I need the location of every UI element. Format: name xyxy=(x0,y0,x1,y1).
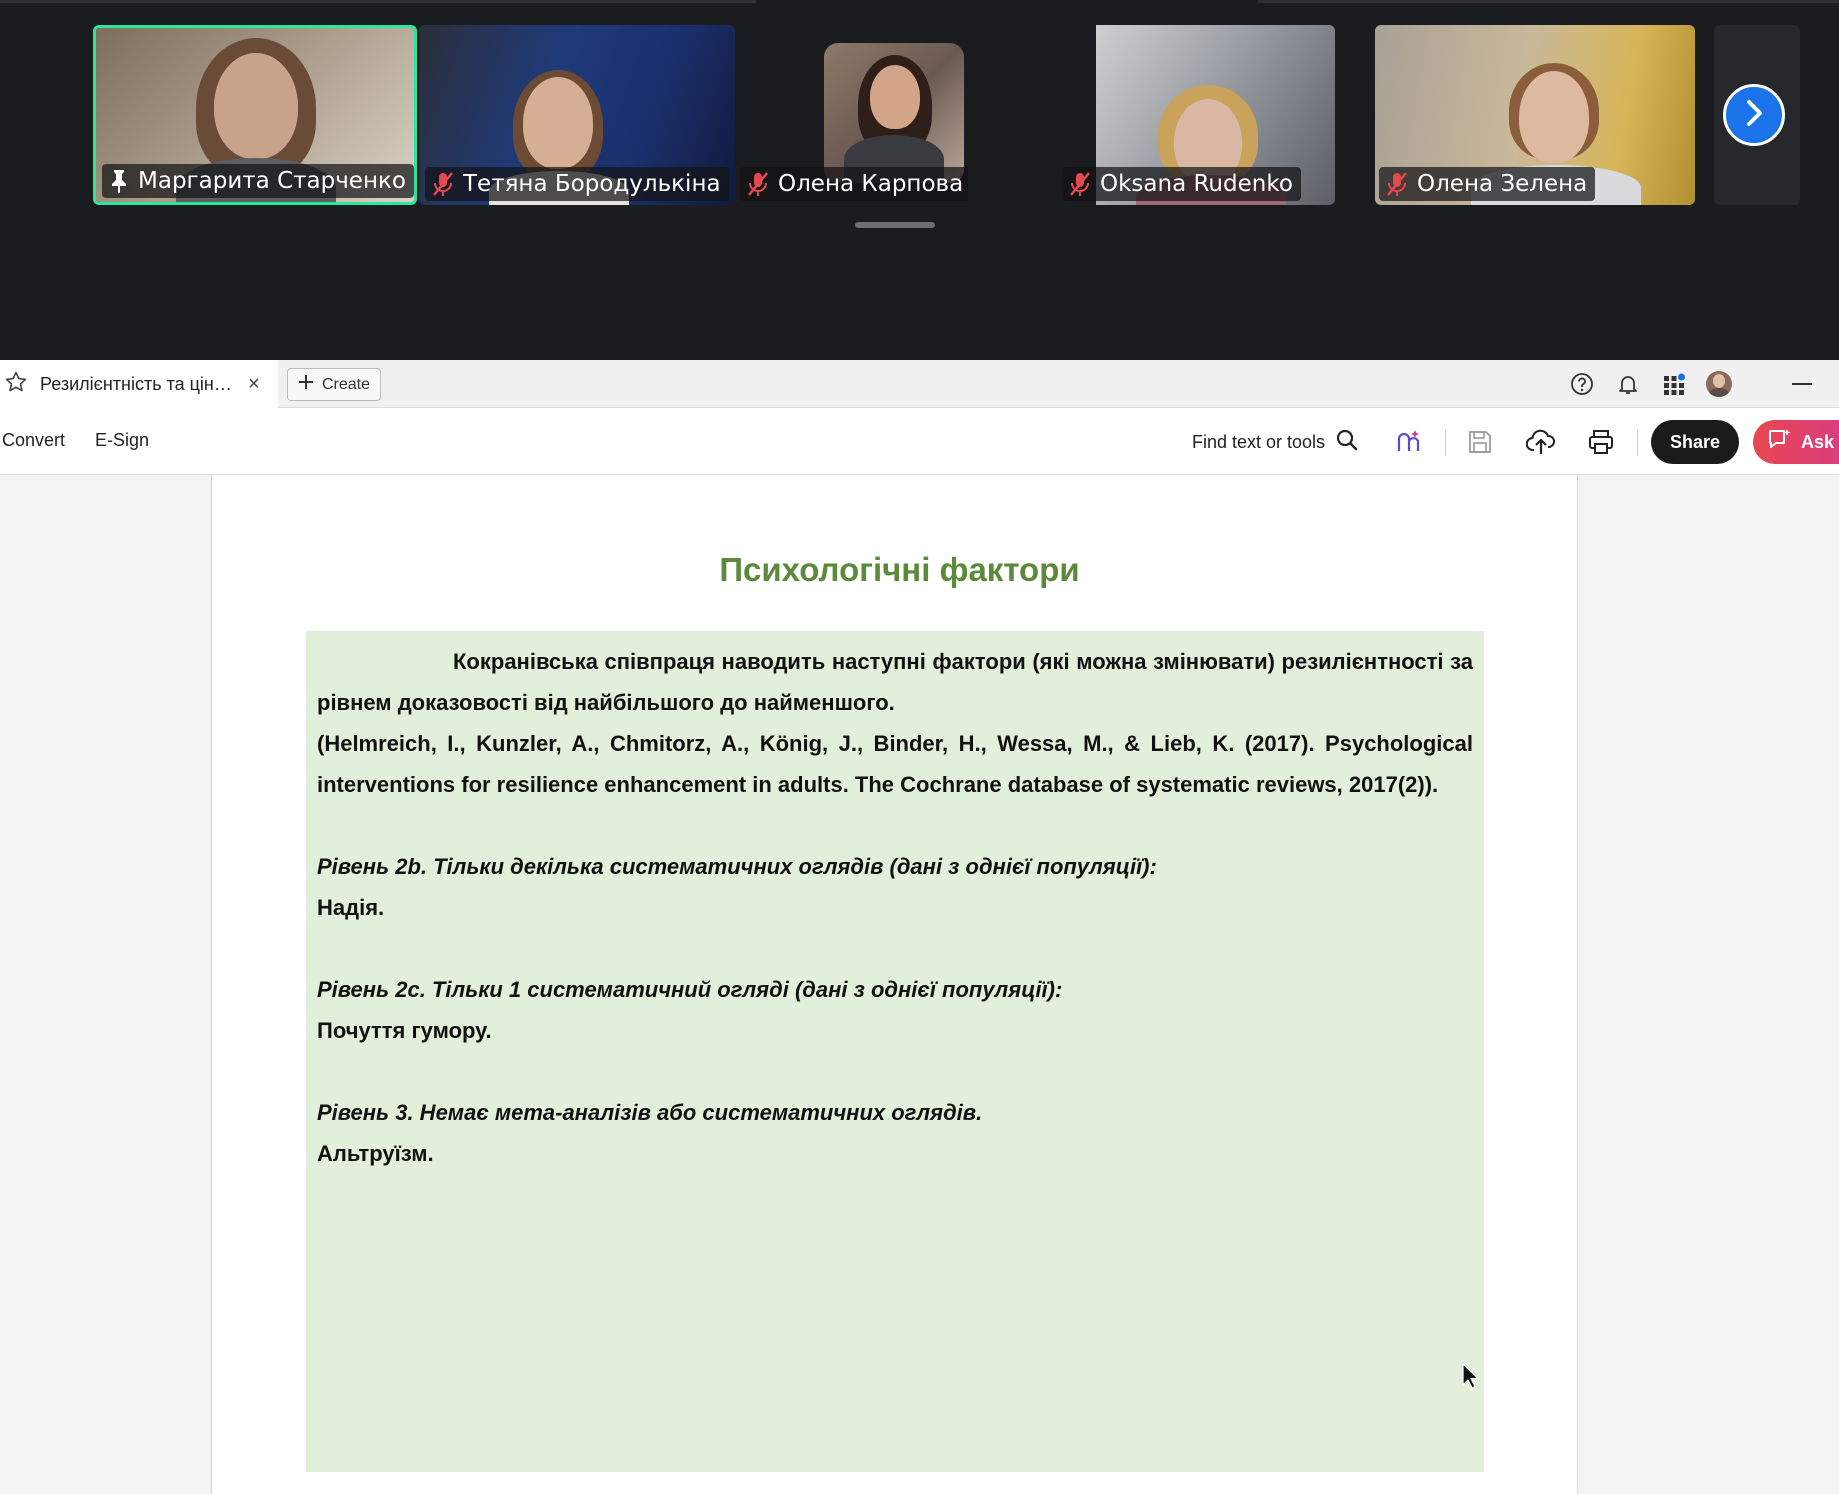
level-factor: Надія. xyxy=(317,895,385,920)
star-icon[interactable] xyxy=(4,370,28,399)
level-heading: Рівень 3. Немає мета-аналізів або систем… xyxy=(317,1100,983,1125)
participant-video xyxy=(824,43,964,183)
participant-name: Тетяна Бородулькіна xyxy=(463,171,721,197)
participant-name: Олена Карпова xyxy=(778,171,964,197)
find-label: Find text or tools xyxy=(1192,431,1326,452)
chevron-right-icon xyxy=(1741,98,1767,133)
level-factor: Альтруїзм. xyxy=(317,1141,434,1166)
pdf-page: Психологічні фактори Кокранівська співпр… xyxy=(211,475,1578,1494)
participant-figure xyxy=(870,65,920,129)
document-viewport[interactable]: Психологічні фактори Кокранівська співпр… xyxy=(0,475,1839,1494)
tab-bar: Резилієнтність та цінні... × Create xyxy=(0,360,1839,408)
search-icon xyxy=(1335,428,1359,457)
share-button[interactable]: Share xyxy=(1651,420,1739,464)
bell-icon[interactable] xyxy=(1614,370,1642,398)
participant-figure xyxy=(523,77,593,169)
cloud-upload-icon[interactable] xyxy=(1526,427,1556,457)
participant-name: Маргарита Старченко xyxy=(138,168,406,194)
participant-figure xyxy=(214,53,298,159)
plus-icon xyxy=(298,374,314,395)
level-heading: Рівень 2c. Тільки 1 систематичний огляді… xyxy=(317,977,1063,1002)
user-avatar[interactable] xyxy=(1706,371,1732,397)
save-icon[interactable] xyxy=(1465,427,1495,457)
toolbar-divider xyxy=(1637,430,1638,456)
top-divider xyxy=(1258,0,1839,3)
next-participants-button[interactable] xyxy=(1723,84,1785,146)
create-label: Create xyxy=(321,375,371,393)
tabbar-actions xyxy=(1568,360,1839,408)
pin-icon xyxy=(108,168,130,194)
document-tab-title: Резилієнтність та цінні... xyxy=(40,373,232,394)
muted-mic-icon xyxy=(746,171,770,197)
citation-paragraph: (Helmreich, I., Kunzler, A., Chmitorz, A… xyxy=(317,731,1473,797)
top-divider xyxy=(0,0,756,3)
apps-grid-icon[interactable] xyxy=(1660,370,1688,398)
level-heading: Рівень 2b. Тільки декілька систематичних… xyxy=(317,854,1157,879)
toolbar: Convert E-Sign Find text or tools Share xyxy=(0,408,1839,475)
menu-convert[interactable]: Convert xyxy=(2,430,65,451)
muted-mic-icon xyxy=(1068,171,1092,197)
gallery-scroll-indicator[interactable] xyxy=(855,222,935,228)
participant-tile[interactable]: Тетяна Бородулькіна xyxy=(419,25,735,205)
close-tab-icon[interactable]: × xyxy=(248,373,260,396)
intro-paragraph: Кокранівська співпраця наводить наступні… xyxy=(317,649,1473,715)
page-title: Психологічні фактори xyxy=(719,551,1080,588)
menu-esign[interactable]: E-Sign xyxy=(95,430,149,451)
chat-sparkle-icon xyxy=(1767,427,1793,458)
level-factor: Почуття гумору. xyxy=(317,1018,492,1043)
muted-mic-icon xyxy=(431,171,455,197)
help-icon[interactable] xyxy=(1568,370,1596,398)
participant-tile[interactable]: Oksana Rudenko xyxy=(1056,25,1335,205)
participant-name: Олена Зелена xyxy=(1417,171,1588,197)
video-call-strip: Маргарита Старченко Тетяна Бородулькіна xyxy=(0,0,1839,360)
participant-nameplate: Олена Карпова xyxy=(740,167,968,201)
ask-label: Ask A xyxy=(1801,431,1839,452)
mouse-cursor-icon xyxy=(1462,1363,1480,1389)
participant-figure xyxy=(1519,71,1589,163)
participant-tile[interactable]: Маргарита Старченко xyxy=(93,25,417,205)
create-button[interactable]: Create xyxy=(287,368,381,401)
ask-ai-button[interactable]: Ask A xyxy=(1753,420,1839,464)
participant-tile[interactable]: Олена Карпова xyxy=(738,25,968,205)
participant-name: Oksana Rudenko xyxy=(1100,171,1293,197)
document-tab[interactable]: Резилієнтність та цінні... × xyxy=(0,360,278,408)
muted-mic-icon xyxy=(1385,171,1409,197)
participant-nameplate: Тетяна Бородулькіна xyxy=(425,167,729,201)
content-box: Кокранівська співпраця наводить наступні… xyxy=(306,631,1484,1472)
toolbar-divider xyxy=(1445,430,1446,456)
minimize-icon[interactable] xyxy=(1792,383,1812,385)
participant-nameplate: Маргарита Старченко xyxy=(102,164,414,198)
participant-nameplate: Oksana Rudenko xyxy=(1062,167,1301,201)
participant-nameplate: Олена Зелена xyxy=(1379,167,1596,201)
print-icon[interactable] xyxy=(1586,427,1616,457)
ai-assistant-icon[interactable] xyxy=(1393,427,1423,457)
find-tools-search[interactable]: Find text or tools xyxy=(1192,428,1359,456)
pdf-viewer-window: Резилієнтність та цінні... × Create Conv… xyxy=(0,360,1839,1494)
participant-tile[interactable]: Олена Зелена xyxy=(1375,25,1695,205)
